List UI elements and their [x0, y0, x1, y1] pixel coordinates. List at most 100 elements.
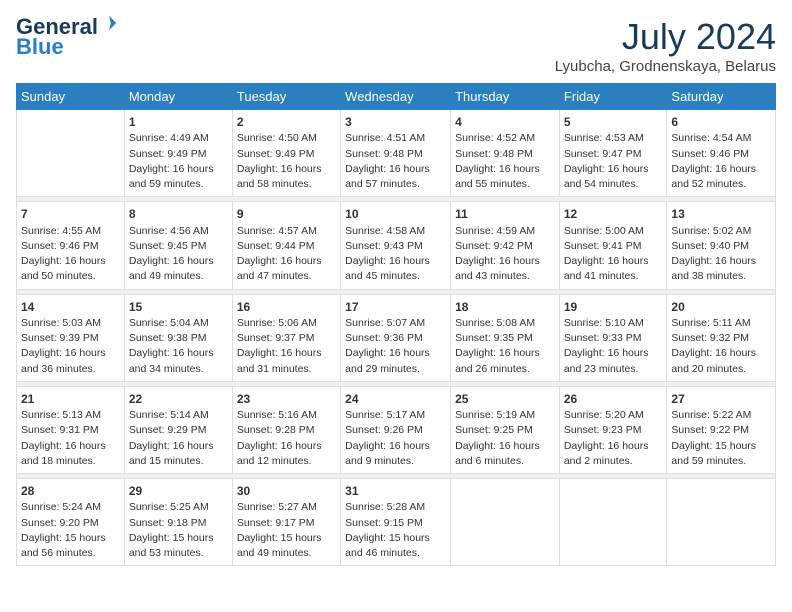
- sunset-text: Sunset: 9:41 PM: [564, 240, 642, 252]
- day-number: 23: [237, 392, 250, 406]
- sunrise-text: Sunrise: 4:59 AM: [455, 225, 535, 237]
- sunset-text: Sunset: 9:42 PM: [455, 240, 533, 252]
- day-number: 30: [237, 484, 250, 498]
- sunset-text: Sunset: 9:46 PM: [21, 240, 99, 252]
- sunset-text: Sunset: 9:39 PM: [21, 332, 99, 344]
- daylight-text: Daylight: 16 hours and 58 minutes.: [237, 163, 322, 190]
- daylight-text: Daylight: 16 hours and 31 minutes.: [237, 347, 322, 374]
- sunrise-text: Sunrise: 5:22 AM: [671, 409, 751, 421]
- daylight-text: Daylight: 16 hours and 41 minutes.: [564, 255, 649, 282]
- sunset-text: Sunset: 9:18 PM: [129, 517, 207, 529]
- day-header-thursday: Thursday: [451, 84, 560, 110]
- daylight-text: Daylight: 16 hours and 49 minutes.: [129, 255, 214, 282]
- calendar-cell: [559, 479, 667, 566]
- sunrise-text: Sunrise: 4:54 AM: [671, 132, 751, 144]
- calendar-cell: 18 Sunrise: 5:08 AM Sunset: 9:35 PM Dayligh…: [451, 294, 560, 381]
- sunset-text: Sunset: 9:31 PM: [21, 424, 99, 436]
- daylight-text: Daylight: 16 hours and 29 minutes.: [345, 347, 430, 374]
- day-number: 16: [237, 300, 250, 314]
- calendar-cell: 25Sunrise: 5:19 AMSunset: 9:25 PMDayligh…: [451, 386, 560, 473]
- day-number: 19: [564, 300, 577, 314]
- sunrise-text: Sunrise: 5:03 AM: [21, 317, 101, 329]
- sunset-text: Sunset: 9:28 PM: [237, 424, 315, 436]
- calendar-cell: 13Sunrise: 5:02 AMSunset: 9:40 PMDayligh…: [667, 202, 776, 289]
- daylight-text: Daylight: 16 hours and 45 minutes.: [345, 255, 430, 282]
- day-number: 7: [21, 207, 28, 221]
- sunrise-text: Sunrise: 4:57 AM: [237, 225, 317, 237]
- calendar-week-4: 21Sunrise: 5:13 AMSunset: 9:31 PMDayligh…: [17, 386, 776, 473]
- day-number: 5: [564, 115, 571, 129]
- sunset-text: Sunset: 9:35 PM: [455, 332, 533, 344]
- calendar-cell: 29Sunrise: 5:25 AMSunset: 9:18 PMDayligh…: [124, 479, 232, 566]
- sunrise-text: Sunrise: 4:51 AM: [345, 132, 425, 144]
- sunset-text: Sunset: 9:38 PM: [129, 332, 207, 344]
- calendar-cell: [451, 479, 560, 566]
- calendar-cell: 6Sunrise: 4:54 AMSunset: 9:46 PMDaylight…: [667, 110, 776, 197]
- calendar-cell: 28Sunrise: 5:24 AMSunset: 9:20 PMDayligh…: [17, 479, 125, 566]
- sunrise-text: Sunrise: 4:53 AM: [564, 132, 644, 144]
- day-number: 8: [129, 207, 136, 221]
- sunset-text: Sunset: 9:32 PM: [671, 332, 749, 344]
- daylight-text: Daylight: 15 hours and 59 minutes.: [671, 440, 756, 467]
- day-number: 1: [129, 115, 136, 129]
- logo: General Blue: [16, 16, 118, 60]
- sunset-text: Sunset: 9:36 PM: [345, 332, 423, 344]
- day-number: 18: [455, 300, 468, 314]
- day-number: 11: [455, 207, 468, 221]
- sunrise-text: Sunrise: 5:25 AM: [129, 501, 209, 513]
- sunrise-text: Sunrise: 5:10 AM: [564, 317, 644, 329]
- sunrise-text: Sunrise: 4:55 AM: [21, 225, 101, 237]
- daylight-text: Daylight: 16 hours and 18 minutes.: [21, 440, 106, 467]
- sunset-text: Sunset: 9:20 PM: [21, 517, 99, 529]
- sunset-text: Sunset: 9:22 PM: [671, 424, 749, 436]
- sunrise-text: Sunrise: 5:00 AM: [564, 225, 644, 237]
- day-number: 21: [21, 392, 34, 406]
- calendar-cell: [667, 479, 776, 566]
- calendar-cell: 23Sunrise: 5:16 AMSunset: 9:28 PMDayligh…: [232, 386, 340, 473]
- sunset-text: Sunset: 9:29 PM: [129, 424, 207, 436]
- sunrise-text: Sunrise: 5:19 AM: [455, 409, 535, 421]
- sunrise-text: Sunrise: 4:52 AM: [455, 132, 535, 144]
- calendar-week-3: 14Sunrise: 5:03 AMSunset: 9:39 PMDayligh…: [17, 294, 776, 381]
- daylight-text: Daylight: 16 hours and 12 minutes.: [237, 440, 322, 467]
- daylight-text: Daylight: 16 hours and 54 minutes.: [564, 163, 649, 190]
- daylight-text: Daylight: 16 hours and 26 minutes.: [455, 347, 540, 374]
- day-number: 29: [129, 484, 142, 498]
- calendar-cell: 30Sunrise: 5:27 AMSunset: 9:17 PMDayligh…: [232, 479, 340, 566]
- sunrise-text: Sunrise: 5:08 AM: [455, 317, 535, 329]
- day-number: 13: [671, 207, 684, 221]
- day-header-sunday: Sunday: [17, 84, 125, 110]
- sunrise-text: Sunrise: 5:20 AM: [564, 409, 644, 421]
- day-header-tuesday: Tuesday: [232, 84, 340, 110]
- calendar-cell: 10Sunrise: 4:58 AMSunset: 9:43 PMDayligh…: [341, 202, 451, 289]
- day-header-wednesday: Wednesday: [341, 84, 451, 110]
- daylight-text: Daylight: 16 hours and 47 minutes.: [237, 255, 322, 282]
- calendar-cell: 27 Sunrise: 5:22 AM Sunset: 9:22 PM Dayligh…: [667, 386, 776, 473]
- calendar-cell: 26Sunrise: 5:20 AMSunset: 9:23 PMDayligh…: [559, 386, 667, 473]
- day-number: 31: [345, 484, 358, 498]
- sunrise-text: Sunrise: 5:06 AM: [237, 317, 317, 329]
- day-number: 17: [345, 300, 358, 314]
- daylight-text: Daylight: 16 hours and 2 minutes.: [564, 440, 649, 467]
- daylight-text: Daylight: 15 hours and 46 minutes.: [345, 532, 430, 559]
- day-number: 25: [455, 392, 468, 406]
- daylight-text: Daylight: 16 hours and 50 minutes.: [21, 255, 106, 282]
- sunset-text: Sunset: 9:23 PM: [564, 424, 642, 436]
- calendar-cell: 12Sunrise: 5:00 AMSunset: 9:41 PMDayligh…: [559, 202, 667, 289]
- day-number: 20: [671, 300, 684, 314]
- sunrise-text: Sunrise: 4:50 AM: [237, 132, 317, 144]
- sunset-text: Sunset: 9:47 PM: [564, 148, 642, 160]
- day-header-monday: Monday: [124, 84, 232, 110]
- daylight-text: Daylight: 16 hours and 38 minutes.: [671, 255, 756, 282]
- calendar-cell: 11 Sunrise: 4:59 AM Sunset: 9:42 PM Dayligh…: [451, 202, 560, 289]
- day-number: 3: [345, 115, 352, 129]
- daylight-text: Daylight: 16 hours and 43 minutes.: [455, 255, 540, 282]
- day-number: 27: [671, 392, 684, 406]
- calendar-cell: 1Sunrise: 4:49 AMSunset: 9:49 PMDaylight…: [124, 110, 232, 197]
- sunrise-text: Sunrise: 5:11 AM: [671, 317, 750, 329]
- day-number: 24: [345, 392, 358, 406]
- month-title: July 2024: [555, 16, 776, 58]
- location-text: Lyubcha, Grodnenskaya, Belarus: [555, 58, 776, 75]
- calendar-cell: 4Sunrise: 4:52 AMSunset: 9:48 PMDaylight…: [451, 110, 560, 197]
- sunrise-text: Sunrise: 5:14 AM: [129, 409, 209, 421]
